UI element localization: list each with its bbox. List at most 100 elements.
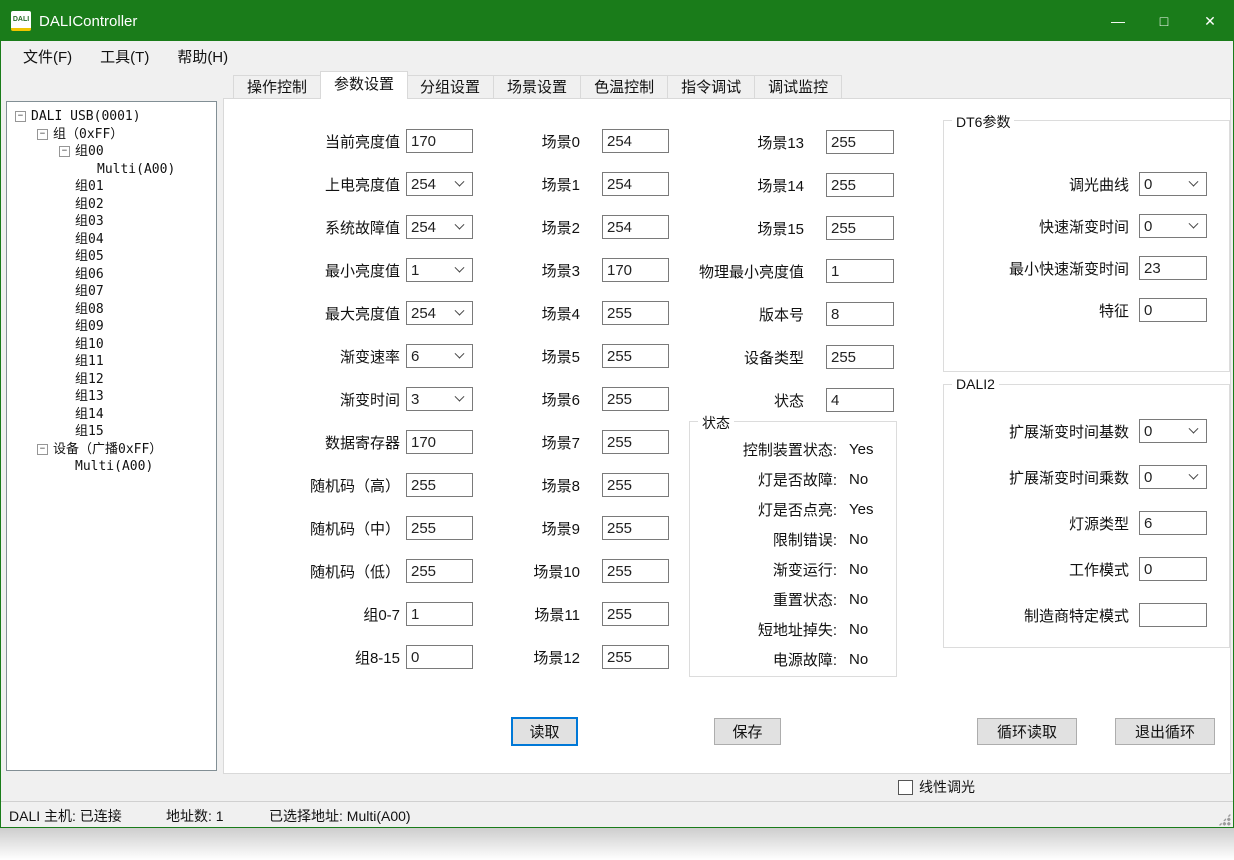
menu-item-1[interactable]: 工具(T) xyxy=(86,42,163,71)
text-input[interactable] xyxy=(602,430,669,454)
text-input[interactable] xyxy=(602,602,669,626)
text-input[interactable] xyxy=(826,302,894,326)
linear-dimming-checkbox[interactable] xyxy=(898,780,913,795)
tree-expander-icon[interactable]: − xyxy=(37,444,48,455)
close-button[interactable]: ✕ xyxy=(1187,1,1233,41)
field-label: 扩展渐变时间基数 xyxy=(954,421,1139,442)
field-label: 上电亮度值 xyxy=(231,174,406,195)
text-input[interactable] xyxy=(602,172,669,196)
window-title: DALIController xyxy=(39,13,137,30)
menu-bar: 文件(F)工具(T)帮助(H) xyxy=(1,41,1233,72)
tree-expander-icon[interactable]: − xyxy=(59,146,70,157)
tab-strip: 操作控制参数设置分组设置场景设置色温控制指令调试调试监控 xyxy=(233,71,842,99)
tree-item[interactable]: 组12 xyxy=(7,371,216,389)
text-input[interactable] xyxy=(602,129,669,153)
text-input[interactable] xyxy=(826,388,894,412)
tree-expander-icon[interactable]: − xyxy=(15,111,26,122)
read-button[interactable]: 读取 xyxy=(511,717,578,746)
combo-box[interactable]: 0 xyxy=(1139,419,1207,443)
text-input[interactable] xyxy=(602,258,669,282)
combo-box[interactable]: 0 xyxy=(1139,172,1207,196)
chevron-down-icon xyxy=(455,391,465,401)
text-input[interactable] xyxy=(406,645,473,669)
tree-item[interactable]: 组02 xyxy=(7,196,216,214)
combo-box[interactable]: 254 xyxy=(406,172,473,196)
text-input[interactable] xyxy=(602,344,669,368)
text-input[interactable] xyxy=(1139,603,1207,627)
text-input[interactable] xyxy=(1139,557,1207,581)
tab-3[interactable]: 场景设置 xyxy=(494,75,581,99)
resize-grip[interactable] xyxy=(1218,813,1231,826)
dt6-groupbox: DT6参数 调光曲线0快速渐变时间0最小快速渐变时间特征 xyxy=(943,120,1230,372)
tree-item[interactable]: 组01 xyxy=(7,178,216,196)
tree-item-label: DALI USB(0001) xyxy=(31,108,141,126)
text-input[interactable] xyxy=(406,516,473,540)
text-input[interactable] xyxy=(602,473,669,497)
save-button[interactable]: 保存 xyxy=(714,718,781,745)
tree-item[interactable]: 组04 xyxy=(7,231,216,249)
text-input[interactable] xyxy=(826,259,894,283)
chevron-down-icon xyxy=(455,219,465,229)
tab-4[interactable]: 色温控制 xyxy=(581,75,668,99)
combo-value: 254 xyxy=(407,219,456,236)
combo-box[interactable]: 0 xyxy=(1139,214,1207,238)
exit-loop-button[interactable]: 退出循环 xyxy=(1115,718,1215,745)
text-input[interactable] xyxy=(826,216,894,240)
combo-box[interactable]: 1 xyxy=(406,258,473,282)
tree-item-label: 组05 xyxy=(75,248,104,266)
tab-5[interactable]: 指令调试 xyxy=(668,75,755,99)
text-input[interactable] xyxy=(602,215,669,239)
minimize-button[interactable]: — xyxy=(1095,1,1141,41)
tree-item[interactable]: 组08 xyxy=(7,301,216,319)
tree-item[interactable]: 组13 xyxy=(7,388,216,406)
combo-box[interactable]: 254 xyxy=(406,215,473,239)
tree-item[interactable]: −设备（广播0xFF） xyxy=(7,441,216,459)
combo-box[interactable]: 3 xyxy=(406,387,473,411)
tree-item[interactable]: 组09 xyxy=(7,318,216,336)
tab-2[interactable]: 分组设置 xyxy=(407,75,494,99)
menu-item-0[interactable]: 文件(F) xyxy=(9,42,86,71)
menu-item-2[interactable]: 帮助(H) xyxy=(163,42,242,71)
text-input[interactable] xyxy=(602,301,669,325)
text-input[interactable] xyxy=(1139,256,1207,280)
field-label: 场景1 xyxy=(506,174,602,195)
text-input[interactable] xyxy=(826,345,894,369)
tree-item[interactable]: 组15 xyxy=(7,423,216,441)
text-input[interactable] xyxy=(406,602,473,626)
tree-item[interactable]: −DALI USB(0001) xyxy=(7,108,216,126)
tree-item[interactable]: −组（0xFF） xyxy=(7,126,216,144)
text-input[interactable] xyxy=(406,129,473,153)
text-input[interactable] xyxy=(406,430,473,454)
tree-item[interactable]: 组14 xyxy=(7,406,216,424)
text-input[interactable] xyxy=(602,387,669,411)
tab-1[interactable]: 参数设置 xyxy=(320,71,408,99)
maximize-button[interactable]: □ xyxy=(1141,1,1187,41)
tab-0[interactable]: 操作控制 xyxy=(233,75,321,99)
field-label: 最小快速渐变时间 xyxy=(954,258,1139,279)
text-input[interactable] xyxy=(826,173,894,197)
text-input[interactable] xyxy=(602,645,669,669)
text-input[interactable] xyxy=(1139,298,1207,322)
tree-item[interactable]: 组06 xyxy=(7,266,216,284)
tree-item[interactable]: 组10 xyxy=(7,336,216,354)
tree-item[interactable]: Multi(A00) xyxy=(7,458,216,476)
tree-item[interactable]: −组00 xyxy=(7,143,216,161)
text-input[interactable] xyxy=(1139,511,1207,535)
tree-item[interactable]: 组03 xyxy=(7,213,216,231)
text-input[interactable] xyxy=(826,130,894,154)
tree-item[interactable]: Multi(A00) xyxy=(7,161,216,179)
text-input[interactable] xyxy=(602,516,669,540)
tab-6[interactable]: 调试监控 xyxy=(755,75,842,99)
loop-read-button[interactable]: 循环读取 xyxy=(977,718,1077,745)
text-input[interactable] xyxy=(406,473,473,497)
tree-expander-icon[interactable]: − xyxy=(37,129,48,140)
tree-item[interactable]: 组05 xyxy=(7,248,216,266)
text-input[interactable] xyxy=(406,559,473,583)
text-input[interactable] xyxy=(602,559,669,583)
tree-item[interactable]: 组11 xyxy=(7,353,216,371)
combo-box[interactable]: 6 xyxy=(406,344,473,368)
combo-box[interactable]: 254 xyxy=(406,301,473,325)
combo-box[interactable]: 0 xyxy=(1139,465,1207,489)
device-tree[interactable]: −DALI USB(0001)−组（0xFF）−组00Multi(A00)组01… xyxy=(6,101,217,771)
tree-item[interactable]: 组07 xyxy=(7,283,216,301)
